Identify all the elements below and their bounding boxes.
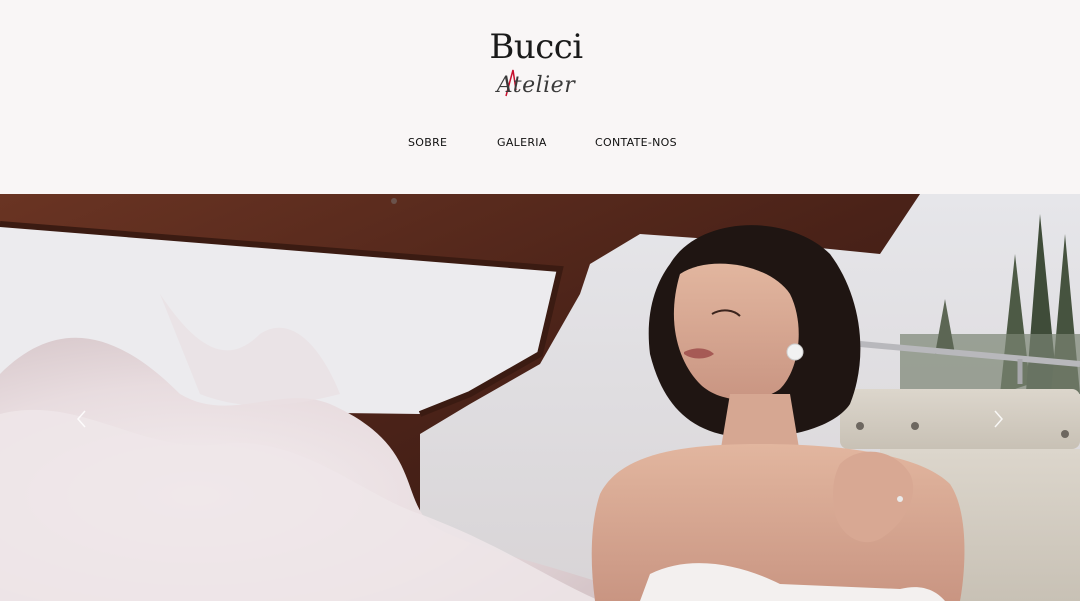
brand-name-bottom: Atelier — [496, 73, 576, 98]
slider-indicator-dot[interactable] — [391, 198, 397, 204]
chevron-right-icon — [994, 410, 1003, 428]
nav-item-galeria[interactable]: GALERIA — [497, 136, 547, 149]
hero-slider — [0, 194, 1080, 601]
hero-image — [0, 194, 1080, 601]
site-header: Bucci Atelier SOBRE GALERIA CONTATE-NOS — [0, 0, 1080, 194]
slider-prev-button[interactable] — [72, 404, 92, 434]
brand-logo[interactable]: Bucci Atelier — [486, 28, 586, 112]
nav-item-contate-nos[interactable]: CONTATE-NOS — [595, 136, 677, 149]
slider-next-button[interactable] — [988, 404, 1008, 434]
nav-item-sobre[interactable]: SOBRE — [408, 136, 447, 149]
main-navigation: SOBRE GALERIA CONTATE-NOS — [0, 136, 1080, 154]
chevron-left-icon — [77, 410, 86, 428]
brand-name-top: Bucci — [489, 27, 583, 67]
